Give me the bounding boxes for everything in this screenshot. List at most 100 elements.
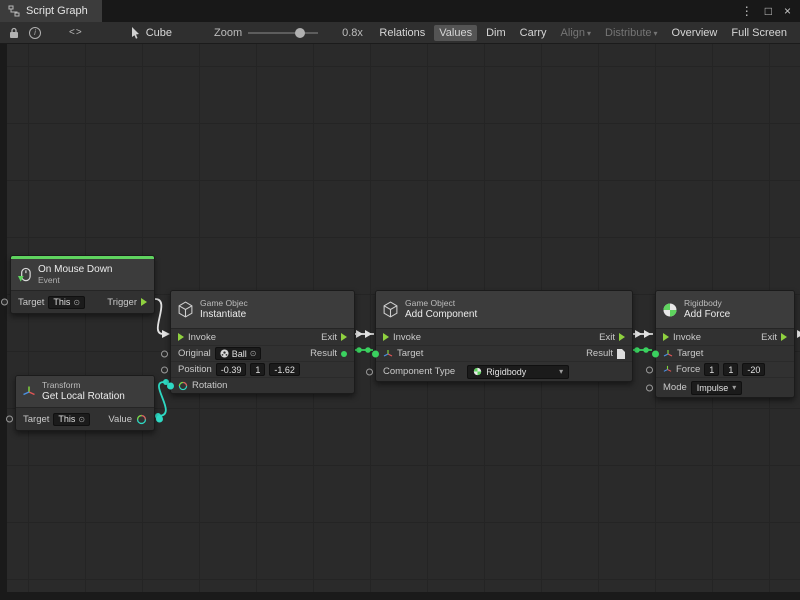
zoom-slider[interactable] [248, 32, 318, 34]
node-header[interactable]: Rigidbody Add Force [656, 291, 794, 329]
result-label: Result [586, 348, 613, 359]
flow-output-port[interactable] [341, 333, 347, 341]
mouse-down-icon [17, 267, 32, 283]
flow-input-port[interactable] [383, 333, 389, 341]
force-z-chip[interactable]: -20 [742, 363, 765, 376]
node-row: Target This ⊙ Value [16, 408, 154, 430]
node-row: Force 1 1 -20 [656, 361, 794, 377]
node-title: Add Component [405, 309, 477, 321]
mode-dropdown[interactable]: Impulse ▾ [691, 381, 743, 395]
gizmo-icon [663, 349, 673, 359]
original-label: Original [178, 348, 211, 359]
node-title: Instantiate [200, 309, 248, 321]
chevron-down-icon: ▾ [587, 29, 591, 38]
node-instantiate[interactable]: Game Objec Instantiate Invoke Exit Origi… [170, 290, 355, 394]
lock-button[interactable] [9, 25, 19, 41]
exit-label: Exit [321, 332, 337, 343]
node-on-mouse-down[interactable]: On Mouse Down Event Target This ⊙ Trigge… [10, 255, 155, 314]
flow-input-port[interactable] [663, 333, 669, 341]
input-port[interactable] [646, 366, 653, 373]
node-header[interactable]: Game Objec Instantiate [171, 291, 354, 329]
target-value-chip[interactable]: This ⊙ [53, 413, 90, 426]
position-x-chip[interactable]: -0.39 [216, 363, 247, 376]
object-picker-icon: ⊙ [73, 298, 80, 307]
target-label: Target [23, 414, 49, 425]
flow-output-port[interactable] [619, 333, 625, 341]
node-get-local-rotation[interactable]: Transform Get Local Rotation Target This… [15, 375, 155, 431]
selection-label: Cube [146, 27, 172, 39]
input-port[interactable] [1, 299, 8, 306]
input-port[interactable] [646, 384, 653, 391]
relations-button[interactable]: Relations [374, 25, 430, 41]
window-close-icon[interactable]: × [784, 5, 791, 17]
selection-cursor-icon [131, 25, 141, 41]
node-row: Mode Impulse ▾ [656, 377, 794, 397]
node-header[interactable]: Transform Get Local Rotation [16, 376, 154, 408]
force-x-chip[interactable]: 1 [704, 363, 719, 376]
target-input-port[interactable] [652, 350, 659, 357]
rotation-label: Rotation [192, 380, 227, 391]
target-label: Target [397, 348, 423, 359]
lock-icon [9, 27, 19, 39]
rotation-input-port[interactable] [167, 382, 174, 389]
target-value: This [53, 297, 70, 307]
vector-icon [663, 365, 672, 374]
component-type-dropdown[interactable]: Rigidbody ▾ [467, 365, 569, 379]
zoom-slider-thumb[interactable] [295, 28, 305, 38]
input-port[interactable] [366, 368, 373, 375]
align-label: Align [561, 27, 585, 39]
canvas-left-edge [0, 44, 7, 600]
input-port[interactable] [6, 416, 13, 423]
force-label: Force [676, 364, 700, 375]
values-button[interactable]: Values [434, 25, 477, 41]
carry-button[interactable]: Carry [515, 25, 552, 41]
distribute-button: Distribute▾ [600, 25, 662, 41]
node-add-force[interactable]: Rigidbody Add Force Invoke Exit [655, 290, 795, 398]
output-port[interactable] [156, 416, 163, 423]
node-header[interactable]: Game Object Add Component [376, 291, 632, 329]
graph-canvas[interactable]: On Mouse Down Event Target This ⊙ Trigge… [0, 44, 800, 600]
rigidbody-icon [662, 302, 678, 318]
flow-output-port[interactable] [781, 333, 787, 341]
target-value: This [58, 414, 75, 424]
node-category: Transform [42, 381, 125, 391]
position-z-chip[interactable]: -1.62 [269, 363, 300, 376]
original-value-chip[interactable]: Ball ⊙ [215, 347, 262, 360]
flow-output-port[interactable] [141, 298, 147, 306]
cube-icon [382, 301, 399, 318]
zoom-label: Zoom [214, 27, 242, 39]
input-port[interactable] [161, 366, 168, 373]
position-y-chip[interactable]: 1 [250, 363, 265, 376]
code-view-button[interactable]: <> [69, 25, 83, 41]
target-input-port[interactable] [372, 350, 379, 357]
node-row: Invoke Exit [376, 329, 632, 345]
rotation-icon [136, 414, 147, 425]
code-icon: <> [69, 27, 83, 38]
target-value-chip[interactable]: This ⊙ [48, 296, 85, 309]
result-output-port[interactable] [341, 351, 347, 357]
node-add-component[interactable]: Game Object Add Component Invoke Exit [375, 290, 633, 382]
window-controls: ⋮ □ × [741, 0, 800, 22]
tab-script-graph[interactable]: Script Graph [0, 0, 102, 22]
toolbar-buttons: Relations Values Dim Carry Align▾ Distri… [374, 25, 794, 41]
window-restore-icon[interactable]: □ [765, 5, 772, 17]
node-title: On Mouse Down [38, 264, 112, 276]
node-row: Target Result [376, 345, 632, 361]
node-title: Get Local Rotation [42, 391, 125, 403]
window-menu-icon[interactable]: ⋮ [741, 5, 753, 17]
tab-title: Script Graph [26, 5, 88, 17]
flow-input-port[interactable] [178, 333, 184, 341]
node-row: Invoke Exit [656, 329, 794, 345]
force-y-chip[interactable]: 1 [723, 363, 738, 376]
fullscreen-button[interactable]: Full Screen [726, 25, 792, 41]
mode-label: Mode [663, 382, 687, 393]
overview-button[interactable]: Overview [667, 25, 723, 41]
node-header[interactable]: On Mouse Down Event [11, 259, 154, 291]
component-type-label: Component Type [383, 366, 455, 377]
input-port[interactable] [161, 350, 168, 357]
node-row: Original Ball ⊙ Result [171, 345, 354, 361]
rotation-icon [178, 381, 188, 391]
info-button[interactable]: i [29, 25, 41, 41]
node-row: Position -0.39 1 -1.62 [171, 361, 354, 377]
dim-button[interactable]: Dim [481, 25, 511, 41]
